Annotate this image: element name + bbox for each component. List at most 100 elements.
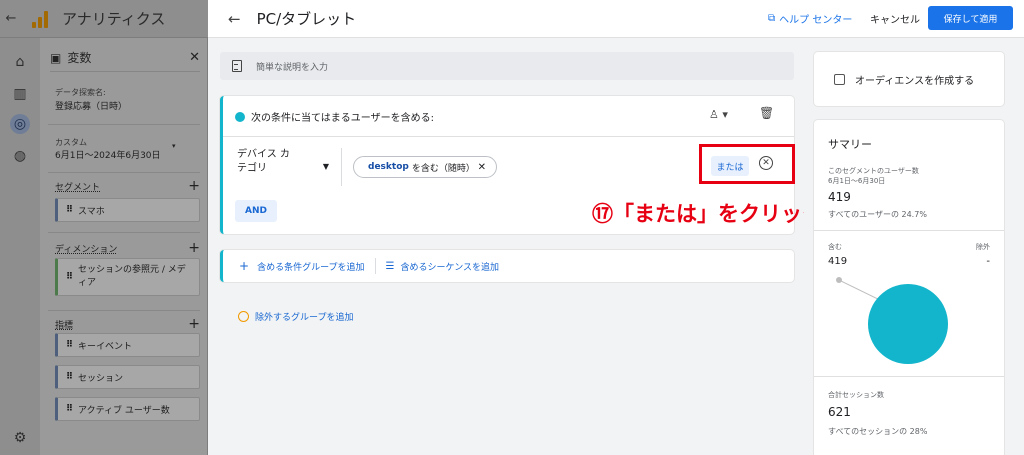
add-condition-group-link[interactable]: 含める条件グループを追加 — [257, 260, 364, 273]
exclude-ring-icon — [238, 311, 249, 322]
advertising-icon[interactable]: ◍ — [10, 146, 30, 166]
dimension-chip-label: セッションの参照元 / メディア — [78, 265, 186, 288]
explore-icon[interactable]: ◎ — [10, 114, 30, 134]
settings-gear-icon[interactable]: ⚙ — [10, 428, 30, 448]
filter-operator: を含む（随時） — [411, 163, 475, 174]
help-center-label: ヘルプ センター — [779, 15, 853, 26]
back-icon[interactable]: ← — [0, 11, 22, 26]
metrics-label: 指標 — [55, 320, 74, 331]
summary-column: オーディエンスを作成する サマリー このセグメントのユーザー数 6月1日～6月3… — [804, 38, 1024, 455]
dimensions-label: ディメンション — [55, 244, 118, 255]
description-placeholder: 簡単な説明を入力 — [256, 62, 329, 73]
segment-chip[interactable]: ⠿ スマホ — [55, 198, 200, 222]
variables-icon: ▣ — [50, 50, 62, 65]
back-arrow-icon[interactable]: ← — [228, 10, 241, 28]
external-link-icon: ⧉ — [768, 13, 776, 24]
dimensions-section: ディメンション + — [55, 240, 200, 256]
sessions-label: 合計セッション数 — [828, 391, 884, 399]
segment-builder: 簡単な説明を入力 次の条件に当てはまるユーザーを含める: ♙ ▾ 🗑 デバイス … — [208, 38, 804, 455]
variables-header: ▣ 変数 ✕ — [50, 44, 200, 72]
sessions-value: 621 — [828, 405, 851, 419]
metric-chip-label: セッション — [78, 373, 124, 384]
analytics-logo-icon — [32, 10, 52, 28]
drag-handle-icon[interactable]: ⠿ — [66, 340, 73, 350]
segment-color-dot — [235, 111, 245, 122]
sessions-share: すべてのセッションの 28% — [828, 427, 928, 436]
add-metric-icon[interactable]: + — [188, 316, 200, 332]
segments-label: セグメント — [55, 182, 101, 193]
dimension-select[interactable]: デバイス カ テゴリ ▼ — [237, 148, 335, 186]
annotation-highlight-box — [699, 144, 795, 184]
users-date: 6月1日～6月30日 — [828, 177, 886, 185]
add-exclude-group[interactable]: 除外するグループを追加 — [238, 310, 353, 323]
cancel-button[interactable]: キャンセル — [870, 11, 920, 26]
metric-chip-label: アクティブ ユーザー数 — [78, 405, 170, 416]
filter-pill[interactable]: desktop を含む（随時） ✕ — [353, 156, 497, 178]
include-header-label: 次の条件に当てはまるユーザーを含める: — [251, 113, 434, 124]
summary-title: サマリー — [828, 138, 872, 151]
remove-filter-icon[interactable]: ✕ — [478, 162, 486, 173]
metric-chip[interactable]: ⠿ アクティブ ユーザー数 — [55, 397, 200, 421]
page-title[interactable]: PC/タブレット — [257, 8, 357, 29]
include-value: 419 — [828, 256, 848, 267]
and-button[interactable]: AND — [235, 200, 277, 222]
add-include-row: + 含める条件グループを追加 ☰ 含めるシーケンスを追加 — [220, 250, 794, 282]
data-explorer-name[interactable]: 登録応募（日時） — [55, 99, 127, 112]
add-dimension-icon[interactable]: + — [188, 240, 200, 256]
divider — [374, 258, 376, 274]
checkbox[interactable] — [834, 73, 845, 85]
add-segment-icon[interactable]: + — [188, 178, 200, 194]
instruction-annotation: ⑰「または」をクリック — [592, 202, 823, 226]
users-share: すべてのユーザーの 24.7% — [828, 210, 927, 219]
filter-value: desktop — [368, 162, 409, 172]
date-range-value[interactable]: 6月1日～2024年6月30日 — [55, 148, 161, 161]
home-icon[interactable]: ⌂ — [10, 52, 30, 72]
sequence-icon: ☰ — [385, 260, 395, 272]
metric-chip[interactable]: ⠿ セッション — [55, 365, 200, 389]
segments-section: セグメント + — [55, 178, 200, 194]
metric-chip[interactable]: ⠿ キーイベント — [55, 333, 200, 357]
segment-chip-label: スマホ — [78, 206, 105, 217]
drag-handle-icon[interactable]: ⠿ — [66, 205, 73, 215]
plus-icon: + — [239, 259, 250, 273]
date-range-label: カスタム — [55, 138, 87, 147]
users-label: このセグメントのユーザー数 — [828, 167, 919, 175]
dimension-chip[interactable]: ⠿ セッションの参照元 / メディア — [55, 258, 200, 296]
trash-icon[interactable]: 🗑 — [759, 106, 774, 120]
add-exclude-group-label: 除外するグループを追加 — [255, 313, 354, 323]
metrics-section: 指標 + — [55, 316, 200, 332]
users-value: 419 — [828, 190, 851, 204]
include-header: 次の条件に当てはまるユーザーを含める: — [235, 109, 434, 124]
app-topbar: ← アナリティクス — [0, 0, 208, 38]
close-icon[interactable]: ✕ — [189, 50, 200, 65]
app-title: アナリティクス — [62, 10, 166, 28]
document-icon — [232, 60, 242, 72]
summary-card: サマリー このセグメントのユーザー数 6月1日～6月30日 419 すべてのユー… — [814, 120, 1004, 455]
variables-title: 変数 — [67, 51, 92, 65]
drag-handle-icon[interactable]: ⠿ — [66, 271, 73, 284]
drag-handle-icon[interactable]: ⠿ — [66, 372, 73, 382]
user-scope-icon[interactable]: ♙ ▾ — [709, 108, 728, 121]
save-and-apply-button[interactable]: 保存して適用 — [928, 6, 1013, 30]
dimension-select-line2: テゴリ — [237, 163, 267, 174]
divider — [48, 232, 200, 233]
caret-down-icon: ▼ — [322, 162, 329, 171]
create-audience-label: オーディエンスを作成する — [855, 75, 975, 87]
help-center-link[interactable]: ⧉ ヘルプ センター — [768, 11, 852, 26]
data-explorer-label: データ探索名: — [55, 88, 106, 97]
exclude-value: - — [986, 256, 990, 267]
description-input[interactable]: 簡単な説明を入力 — [220, 52, 794, 80]
reports-icon[interactable]: ▥ — [10, 84, 30, 104]
exclude-label: 除外 — [976, 243, 990, 251]
divider — [223, 136, 794, 137]
segment-builder-header: ← PC/タブレット ⧉ ヘルプ センター キャンセル 保存して適用 — [208, 0, 1024, 38]
create-audience-option[interactable]: オーディエンスを作成する — [814, 52, 1004, 106]
dimension-select-line1: デバイス カ — [237, 149, 290, 160]
chevron-down-icon[interactable]: ▾ — [172, 142, 176, 150]
users-pie-chart — [868, 284, 948, 364]
add-sequence-link[interactable]: 含めるシーケンスを追加 — [401, 260, 500, 273]
divider — [341, 148, 342, 186]
include-label: 含む — [828, 243, 842, 251]
drag-handle-icon[interactable]: ⠿ — [66, 404, 73, 414]
divider — [48, 172, 200, 173]
